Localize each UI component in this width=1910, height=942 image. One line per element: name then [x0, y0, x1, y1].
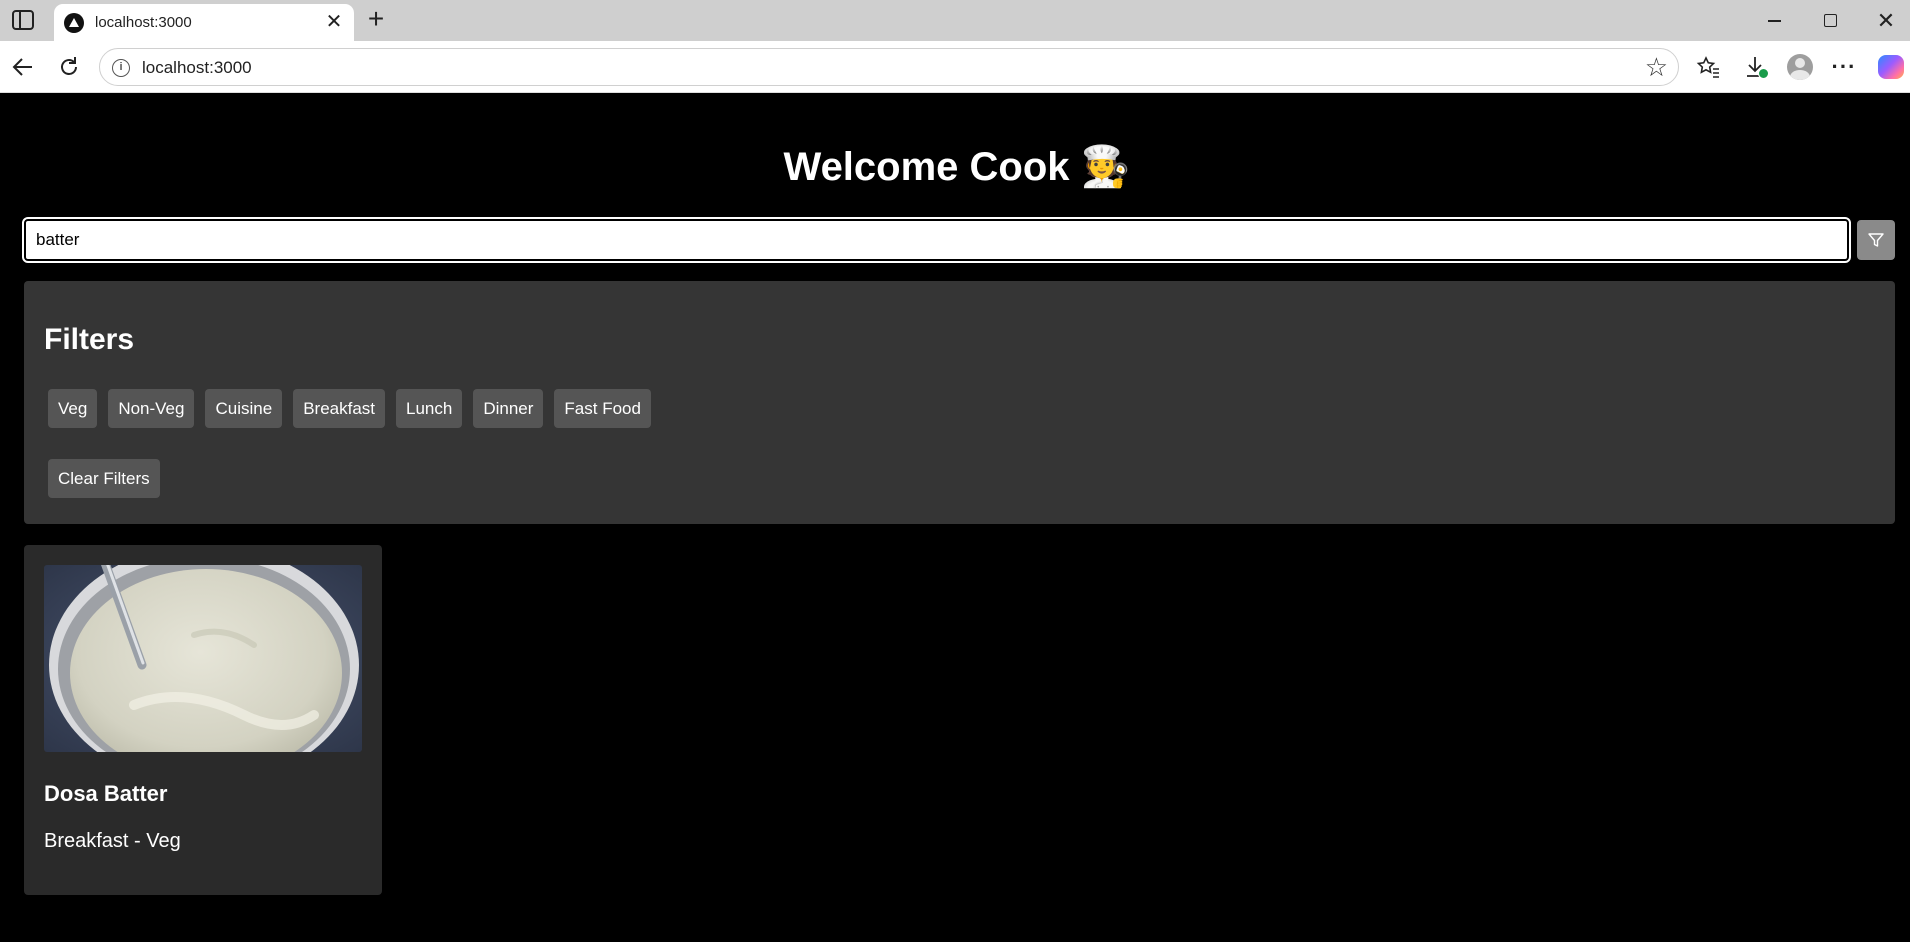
filters-panel: Filters Veg Non-Veg Cuisine Breakfast Lu… [24, 281, 1895, 524]
close-tab-icon[interactable]: ✕ [322, 10, 346, 34]
new-tab-button[interactable]: + [362, 5, 390, 34]
page-content: Welcome Cook 🧑‍🍳 Filters Veg Non-Veg Cui… [4, 93, 1910, 942]
filter-chip-cuisine[interactable]: Cuisine [205, 389, 283, 428]
filter-toggle-button[interactable] [1857, 220, 1895, 260]
filter-chip-veg[interactable]: Veg [48, 389, 98, 428]
tab-title: localhost:3000 [95, 14, 192, 31]
profile-icon[interactable] [1781, 50, 1817, 84]
favorites-icon[interactable] [1690, 50, 1726, 84]
url-text: localhost:3000 [142, 58, 252, 77]
favicon-icon [64, 13, 84, 33]
download-icon[interactable] [1737, 50, 1773, 84]
recipe-meta: Breakfast - Veg [44, 830, 181, 852]
recipe-title: Dosa Batter [44, 781, 168, 806]
filter-chip-lunch[interactable]: Lunch [396, 389, 463, 428]
reload-icon[interactable] [52, 50, 86, 84]
copilot-icon[interactable] [1872, 50, 1908, 84]
download-complete-badge [1758, 68, 1769, 79]
filter-chip-non-veg[interactable]: Non-Veg [108, 389, 195, 428]
filter-chip-fast-food[interactable]: Fast Food [554, 389, 651, 428]
close-window-button[interactable]: ✕ [1858, 0, 1910, 41]
more-icon[interactable]: ··· [1826, 50, 1862, 84]
recipe-image [44, 565, 362, 752]
filter-chip-breakfast[interactable]: Breakfast [293, 389, 385, 428]
sidebar-toggle-icon[interactable] [12, 10, 34, 30]
browser-tab-bar: localhost:3000 ✕ + ✕ [0, 0, 1910, 41]
clear-filters-button[interactable]: Clear Filters [48, 459, 160, 498]
address-bar[interactable]: i localhost:3000 ☆ [99, 48, 1679, 86]
filter-funnel-icon [1868, 233, 1884, 247]
info-icon[interactable]: i [112, 59, 130, 77]
browser-toolbar: i localhost:3000 ☆ ··· [0, 41, 1910, 93]
back-arrow-icon[interactable] [6, 50, 40, 84]
recipe-card[interactable]: Dosa Batter Breakfast - Veg [24, 545, 382, 895]
minimize-button[interactable] [1746, 0, 1802, 41]
filters-title: Filters [44, 323, 135, 356]
star-icon[interactable]: ☆ [1645, 53, 1668, 81]
search-input[interactable] [22, 217, 1851, 263]
page-title: Welcome Cook 🧑‍🍳 [783, 145, 1131, 189]
browser-tab[interactable]: localhost:3000 ✕ [54, 4, 354, 41]
maximize-button[interactable] [1802, 0, 1858, 41]
filter-chip-row: Veg Non-Veg Cuisine Breakfast Lunch Dinn… [48, 389, 651, 428]
filter-chip-dinner[interactable]: Dinner [473, 389, 544, 428]
